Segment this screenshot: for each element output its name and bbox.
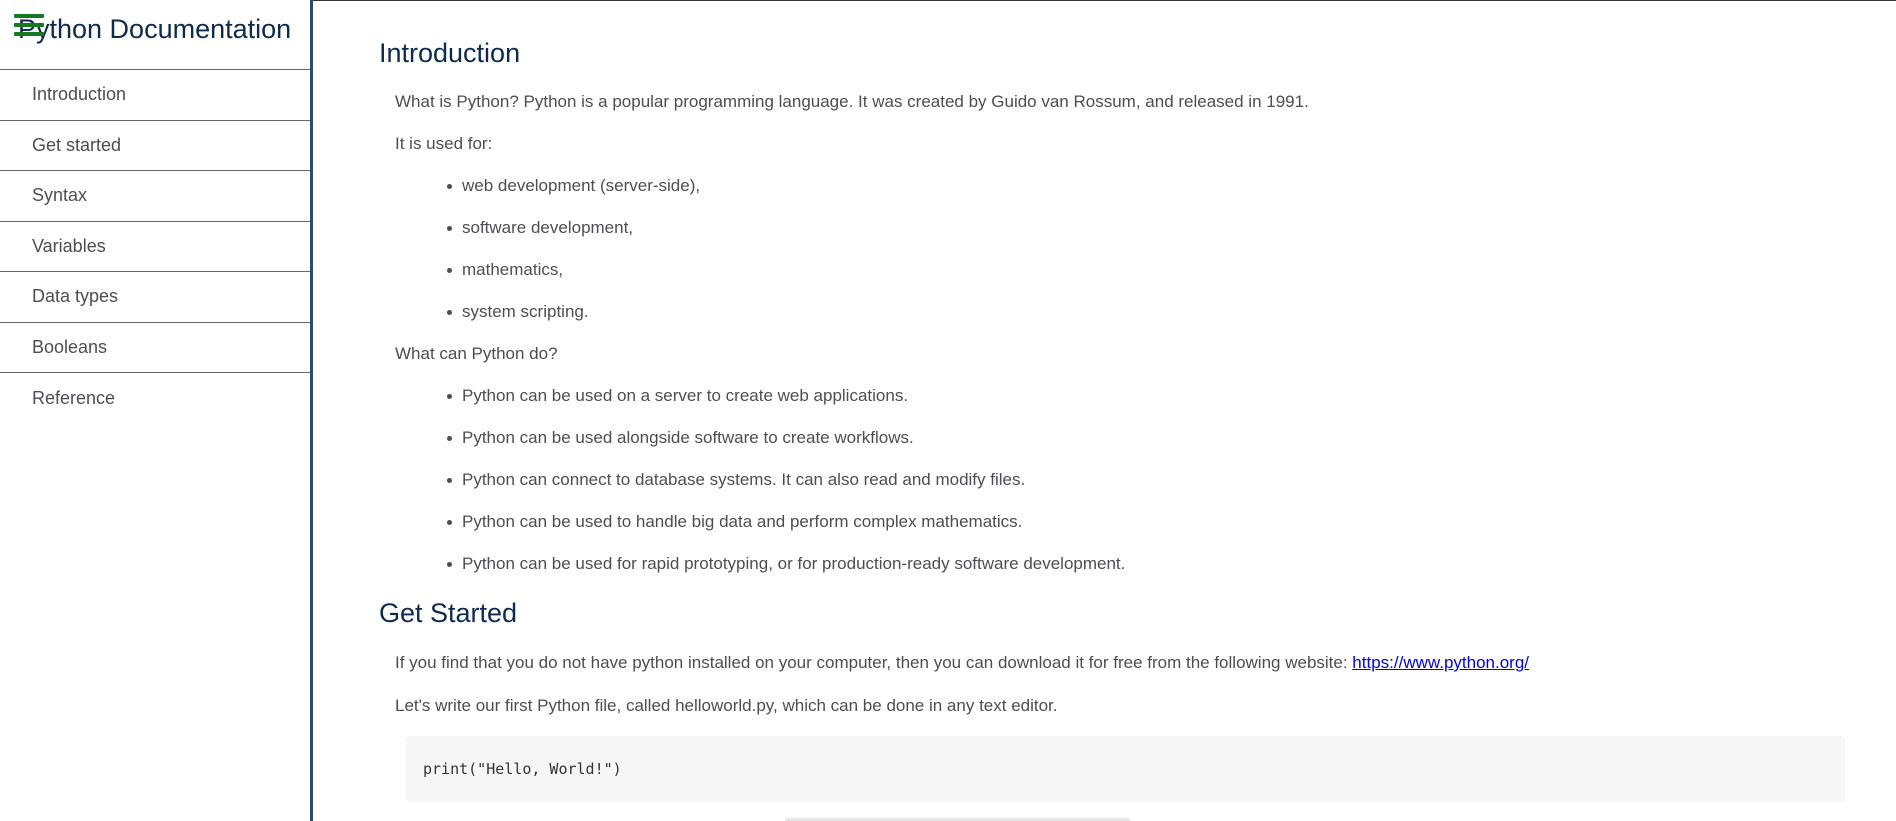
intro-paragraph: What is Python? Python is a popular prog… xyxy=(395,92,1309,111)
section-title-introduction: Introduction xyxy=(379,38,521,68)
sidebar-header: Python Documentation xyxy=(0,0,310,70)
list-item: mathematics, xyxy=(446,260,564,279)
list-item: Python can be used alongside software to… xyxy=(447,428,914,447)
code-text: print("Hello, World!") xyxy=(423,760,622,778)
sidebar-item-syntax[interactable]: Syntax xyxy=(0,171,310,222)
list-item: web development (server-side), xyxy=(446,176,701,195)
site-title: Python Documentation xyxy=(18,14,292,44)
menu-icon-bar xyxy=(14,14,44,18)
menu-icon-bar xyxy=(14,23,44,27)
sidebar-item-variables[interactable]: Variables xyxy=(0,222,310,272)
used-for-label: It is used for: xyxy=(395,134,493,153)
sidebar: Python Documentation Introduction Get st… xyxy=(0,0,313,821)
sidebar-item-booleans[interactable]: Booleans xyxy=(0,323,310,373)
list-item: Python can connect to database systems. … xyxy=(446,470,1026,489)
sidebar-nav: Introduction Get started Syntax Variable… xyxy=(0,70,310,424)
sidebar-item-reference[interactable]: Reference xyxy=(0,373,310,424)
code-block: print("Hello, World!") xyxy=(406,736,1845,802)
install-text: If you find that you do not have python … xyxy=(395,653,1353,672)
list-item: software development, xyxy=(446,218,634,237)
list-item: system scripting. xyxy=(447,302,589,321)
floating-panel-edge xyxy=(785,817,1130,821)
menu-icon-bar xyxy=(14,32,44,36)
list-item: Python can be used to handle big data an… xyxy=(446,512,1023,531)
section-title-get-started: Get Started xyxy=(379,598,518,628)
list-item: Python can be used for rapid prototyping… xyxy=(446,554,1126,573)
sidebar-item-introduction[interactable]: Introduction xyxy=(0,70,310,121)
can-do-label: What can Python do? xyxy=(395,344,558,363)
sidebar-item-get-started[interactable]: Get started xyxy=(0,121,310,171)
sidebar-item-data-types[interactable]: Data types xyxy=(0,272,310,323)
install-paragraph: If you find that you do not have python … xyxy=(395,653,1529,673)
list-item: Python can be used on a server to create… xyxy=(446,386,909,405)
hamburger-menu-icon[interactable] xyxy=(14,14,44,38)
first-file-paragraph: Let's write our first Python file, calle… xyxy=(395,696,1058,715)
python-org-link[interactable]: https://www.python.org/ xyxy=(1352,653,1529,672)
